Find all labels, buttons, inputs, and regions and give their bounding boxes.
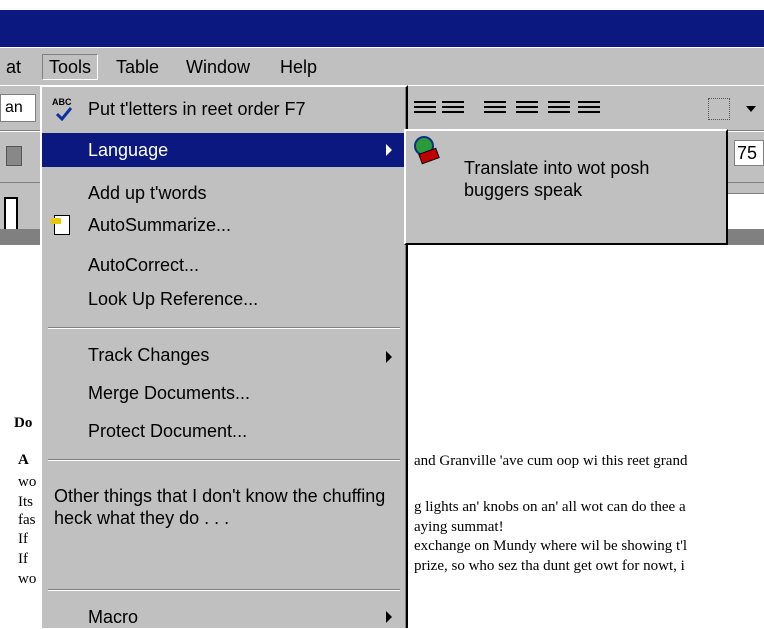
title-bar <box>0 0 764 47</box>
menu-item-label: Language <box>88 140 169 160</box>
autosummarize-icon <box>51 215 70 235</box>
menu-item-label: Merge Documents... <box>88 383 251 403</box>
menu-tools-label: Tools <box>49 57 92 77</box>
doc-line: prize, so who sez tha dunt get owt for n… <box>414 558 685 574</box>
submenu-arrow-icon <box>386 144 392 156</box>
doc-left-fragment: Its <box>18 494 33 510</box>
menu-item-protect-document[interactable]: Protect Document... <box>42 417 406 447</box>
doc-line: exchange on Mundy where wil be showing t… <box>414 538 688 554</box>
menu-separator <box>48 327 400 329</box>
doc-left-fragment: If <box>18 531 28 547</box>
menu-item-label: AutoCorrect... <box>88 255 200 275</box>
menu-tools[interactable]: Tools <box>42 54 99 80</box>
menu-item-label: Add up t'words <box>88 183 207 203</box>
menu-item-label: Track Changes <box>88 345 210 365</box>
submenu-arrow-icon <box>386 351 392 363</box>
menu-item-word-count[interactable]: Add up t'words <box>42 183 406 209</box>
spellcheck-tick <box>56 107 72 121</box>
submenu-arrow-icon <box>386 611 392 623</box>
zoom-value: 75 <box>737 143 758 163</box>
menu-item-other-things[interactable]: Other things that I don't know the chuff… <box>42 485 406 537</box>
doc-left-fragment: fas <box>18 512 36 528</box>
menu-item-autocorrect[interactable]: AutoCorrect... <box>42 251 406 281</box>
font-name-combo[interactable]: an <box>0 94 36 122</box>
doc-left-fragment: A <box>18 452 29 468</box>
indent-marker-icon[interactable] <box>4 197 18 231</box>
submenu-item-translate[interactable]: Translate into wot posh buggers speak <box>406 131 726 243</box>
menu-bar: at Tools Table Window Help <box>0 47 764 85</box>
menu-item-label: Put t'letters in reet order F7 <box>88 99 306 119</box>
menu-help[interactable]: Help <box>274 54 323 80</box>
menu-item-label: Protect Document... <box>88 421 248 441</box>
menu-separator <box>48 589 400 591</box>
decrease-indent-icon[interactable] <box>548 98 570 118</box>
menu-item-label: Macro <box>88 607 139 627</box>
numbering-icon[interactable] <box>484 98 506 118</box>
menu-item-autosummarize[interactable]: AutoSummarize... <box>42 211 406 241</box>
menu-table[interactable]: Table <box>110 54 165 80</box>
bullets-icon[interactable] <box>516 98 538 118</box>
doc-line: and Granville 'ave cum oop wi this reet … <box>414 453 688 469</box>
submenu-item-label: Translate into wot posh buggers speak <box>464 158 650 200</box>
menu-item-label: Look Up Reference... <box>88 289 259 309</box>
menu-item-spelling[interactable]: ABC Put t'letters in reet order F7 <box>42 97 406 127</box>
menu-separator <box>48 459 400 461</box>
menu-item-lookup-reference[interactable]: Look Up Reference... <box>42 285 406 315</box>
font-name-value: an <box>5 99 23 116</box>
language-submenu: Translate into wot posh buggers speak <box>404 129 728 245</box>
menu-item-label: AutoSummarize... <box>88 215 232 235</box>
doc-left-fragment: wo <box>18 571 37 587</box>
borders-icon[interactable] <box>708 98 730 120</box>
globe-book-icon <box>414 136 440 165</box>
title-bar-top-edge <box>0 0 764 10</box>
zoom-combo[interactable]: 75 <box>734 140 764 166</box>
menu-item-language[interactable]: Language <box>42 133 406 167</box>
doc-left-fragment: Do <box>14 415 33 431</box>
doc-left-fragment: If <box>18 551 28 567</box>
menu-item-merge-documents[interactable]: Merge Documents... <box>42 379 406 409</box>
menu-format[interactable]: at <box>0 54 27 80</box>
doc-left-fragment: wo <box>18 474 37 490</box>
paste-icon[interactable] <box>6 146 22 166</box>
align-full-icon[interactable] <box>442 98 464 118</box>
spellcheck-icon: ABC <box>52 97 72 107</box>
align-justify-icon[interactable] <box>414 98 436 118</box>
doc-line: g lights an' knobs on an' all wot can do… <box>414 499 686 515</box>
menu-item-macro[interactable]: Macro <box>42 605 406 629</box>
borders-dropdown-icon[interactable] <box>746 106 756 112</box>
menu-window[interactable]: Window <box>180 54 256 80</box>
tools-menu: ABC Put t'letters in reet order F7 Langu… <box>40 85 408 628</box>
menu-item-label: Other things that I don't know the chuff… <box>54 486 386 528</box>
doc-line: aying summat! <box>414 519 504 535</box>
increase-indent-icon[interactable] <box>578 98 600 118</box>
menu-item-track-changes[interactable]: Track Changes <box>42 341 406 371</box>
